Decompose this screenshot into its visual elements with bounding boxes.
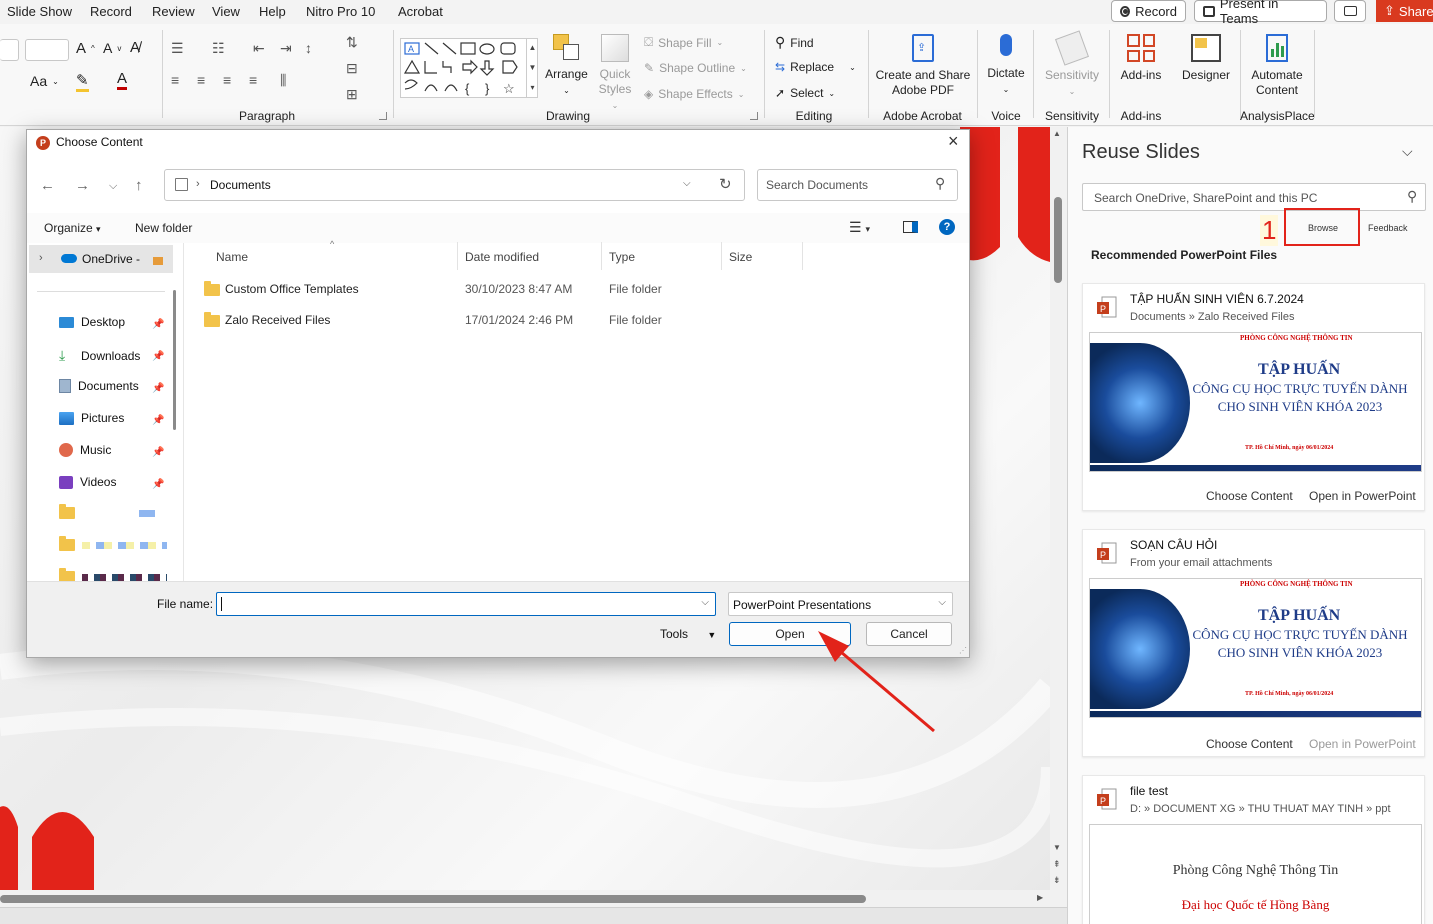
annotation-arrow (818, 631, 935, 733)
annotation-arrow-head (818, 631, 849, 662)
annotation-arrow-line (827, 639, 935, 733)
